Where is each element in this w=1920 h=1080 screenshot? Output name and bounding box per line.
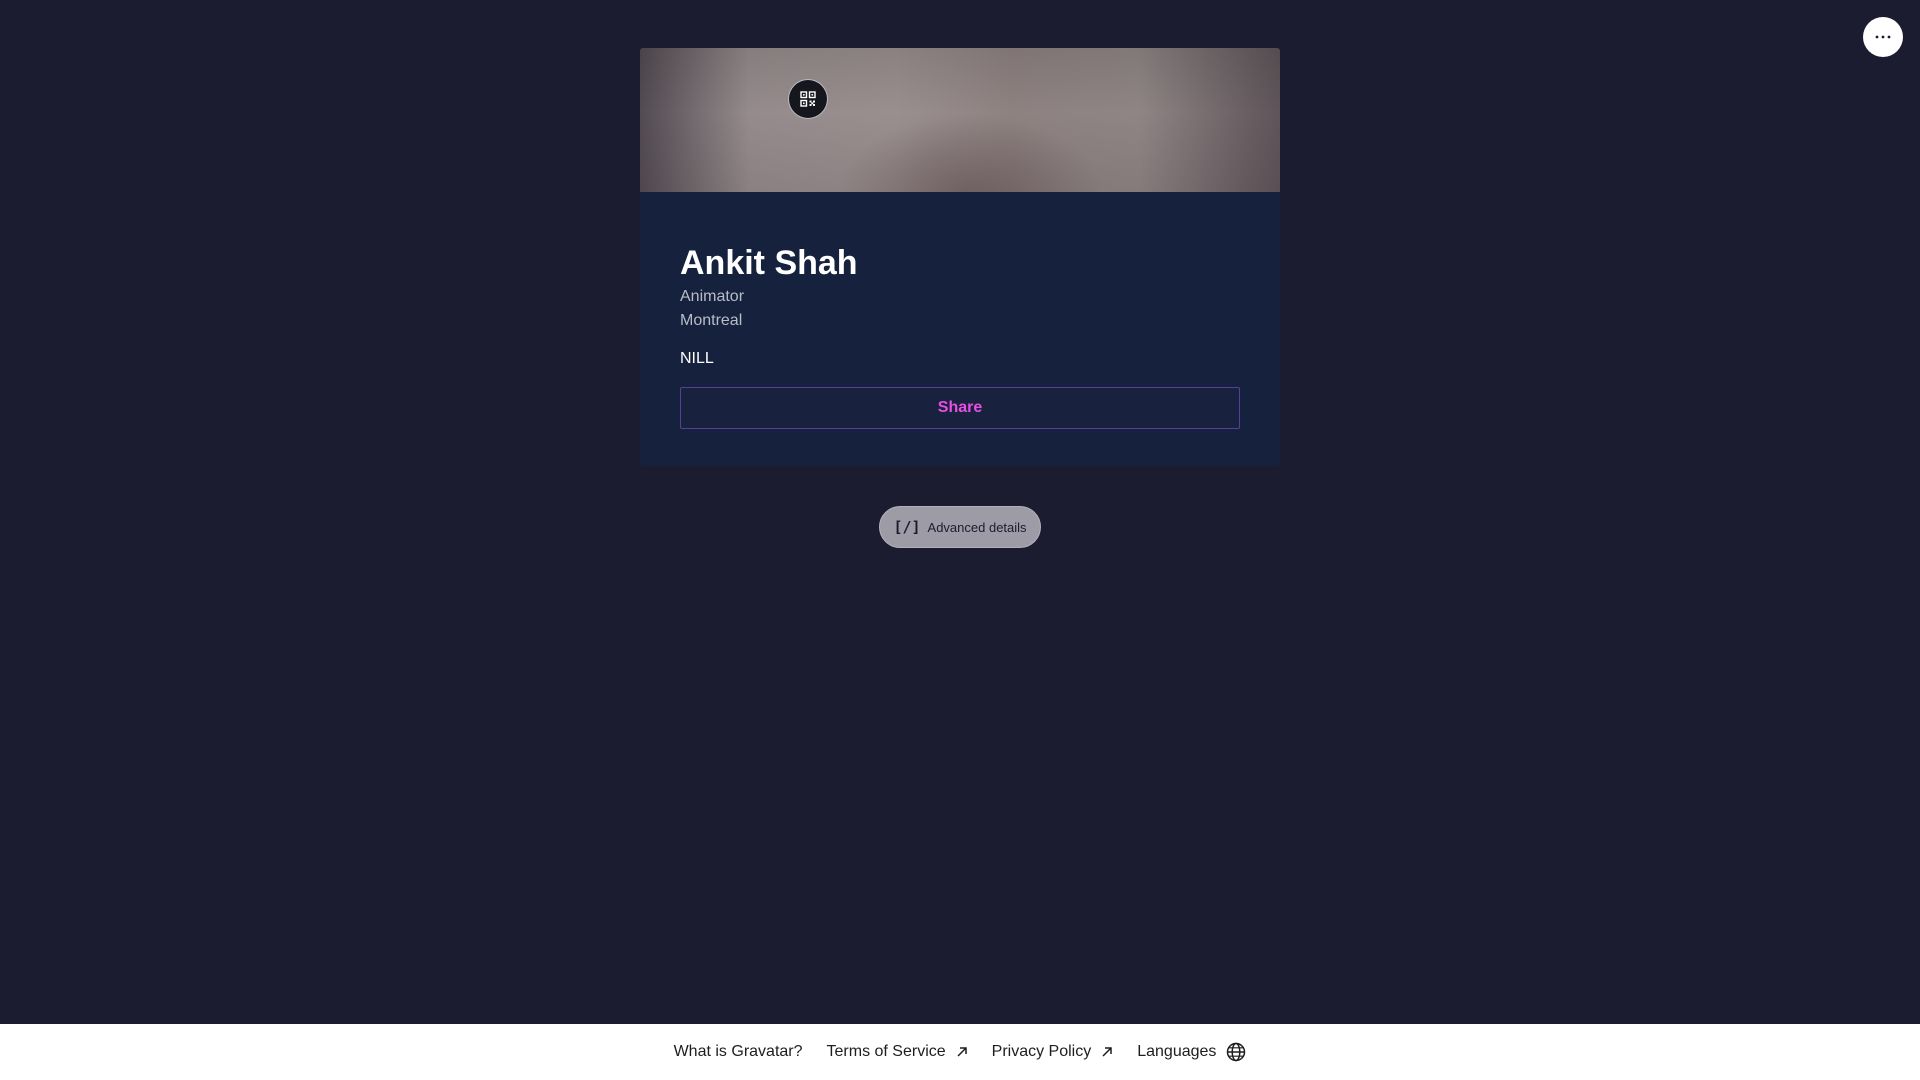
footer-link-what-is-gravatar[interactable]: What is Gravatar? <box>674 1043 803 1061</box>
advanced-details-label: Advanced details <box>927 519 1027 535</box>
footer: What is Gravatar? Terms of Service Priva… <box>0 1024 1920 1080</box>
footer-link-label: Terms of Service <box>826 1043 946 1060</box>
profile-location: Montreal <box>680 312 743 329</box>
footer-link-languages[interactable]: Languages <box>1137 1042 1246 1062</box>
external-arrow-icon <box>1102 1047 1112 1057</box>
footer-link-privacy-policy[interactable]: Privacy Policy <box>992 1043 1114 1061</box>
profile-name: Ankit Shah <box>680 244 858 282</box>
footer-link-label: What is Gravatar? <box>673 1043 803 1060</box>
more-options-button[interactable] <box>1863 17 1903 57</box>
profile-job-title: Animator <box>680 288 745 305</box>
more-horizontal-icon <box>1875 35 1891 39</box>
profile-page: Ankit Shah Animator Montreal NILL Share … <box>0 0 1920 1080</box>
external-arrow-icon <box>957 1047 967 1057</box>
profile-card: Ankit Shah Animator Montreal NILL Share <box>640 48 1280 466</box>
profile-header-image <box>640 48 1280 192</box>
footer-link-label: Languages <box>1137 1043 1217 1060</box>
footer-link-terms-of-service[interactable]: Terms of Service <box>827 1043 968 1061</box>
advanced-details-button[interactable]: [/] Advanced details <box>879 506 1041 548</box>
profile-details: Ankit Shah Animator Montreal NILL Share <box>640 192 1280 429</box>
qr-code-button[interactable] <box>788 79 828 119</box>
code-brackets-icon: [/] <box>893 518 921 536</box>
globe-icon <box>1227 1042 1246 1062</box>
qr-code-icon <box>800 91 816 107</box>
share-button[interactable]: Share <box>680 387 1240 429</box>
footer-link-label: Privacy Policy <box>991 1043 1092 1060</box>
profile-bio: NILL <box>680 350 714 367</box>
